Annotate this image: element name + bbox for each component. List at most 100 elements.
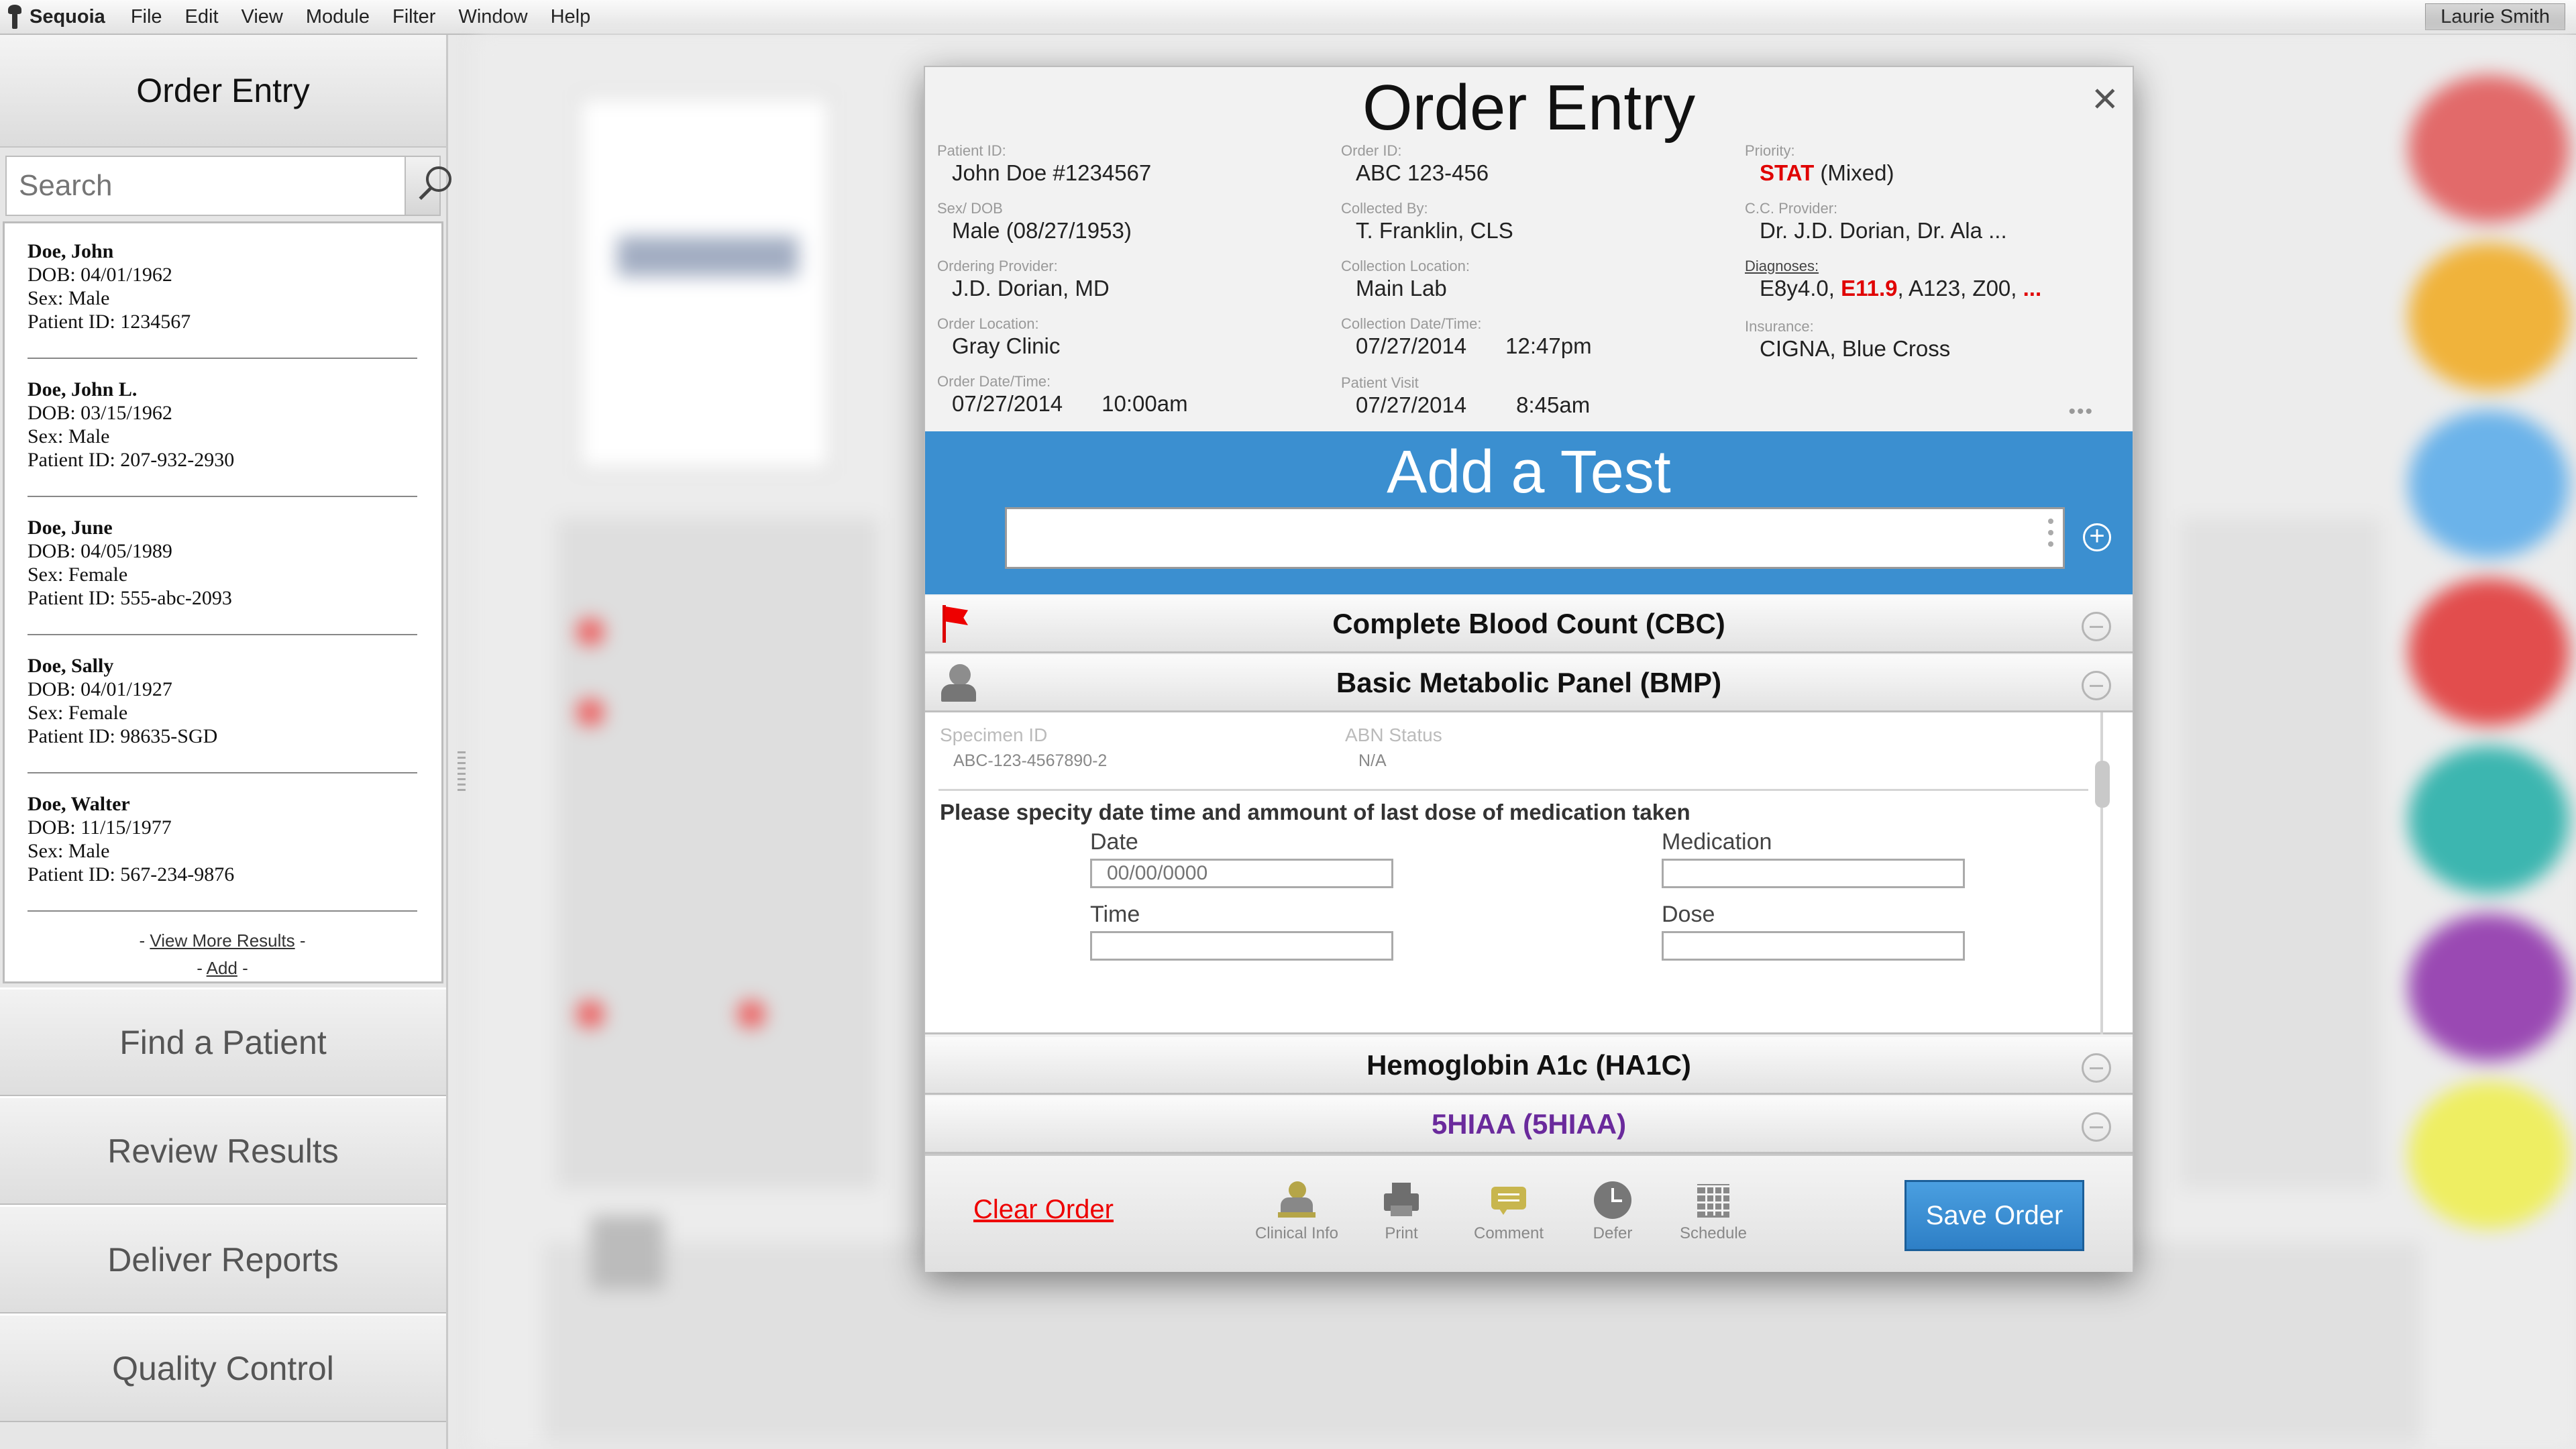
defer-button[interactable]: Defer: [1562, 1180, 1663, 1243]
menu-edit[interactable]: Edit: [185, 6, 219, 28]
patient-sex: Sex: Male: [28, 840, 110, 862]
test-name: Basic Metabolic Panel (BMP): [1336, 667, 1722, 698]
collapse-icon[interactable]: [2082, 1112, 2111, 1142]
comment-button[interactable]: Comment: [1458, 1180, 1559, 1243]
field-sex-dob: Sex/ DOB Male (08/27/1953): [937, 200, 1132, 243]
patient-sex: Sex: Male: [28, 287, 110, 309]
add-test-bar: Add a Test +: [925, 431, 2133, 594]
order-entry-dialog: Order Entry × Patient ID: John Doe #1234…: [924, 66, 2134, 1272]
clinical-info-button[interactable]: Clinical Info: [1246, 1180, 1347, 1243]
abn-status-value: N/A: [1358, 751, 1387, 770]
dose-label: Dose: [1662, 902, 1715, 927]
nav-find-patient[interactable]: Find a Patient: [0, 987, 446, 1096]
save-order-button[interactable]: Save Order: [1904, 1180, 2084, 1251]
patient-id: Patient ID: 1234567: [28, 311, 191, 333]
field-priority: Priority: STAT (Mixed): [1745, 142, 1894, 185]
print-button[interactable]: Print: [1351, 1180, 1452, 1243]
nav-quality-control[interactable]: Quality Control: [0, 1313, 446, 1422]
specimen-id-label: Specimen ID: [940, 724, 1048, 745]
patient-id: Patient ID: 555-abc-2093: [28, 587, 232, 609]
add-test-plus-icon[interactable]: +: [2083, 523, 2111, 551]
patient-result-item[interactable]: Doe, Walter DOB: 11/15/1977 Sex: Male Pa…: [28, 792, 417, 912]
patient-name: Doe, June: [28, 517, 113, 539]
add-test-input[interactable]: [1005, 507, 2065, 569]
test-name: Complete Blood Count (CBC): [1332, 608, 1725, 639]
patient-results-list: Doe, John DOB: 04/01/1962 Sex: Male Pati…: [3, 221, 443, 983]
field-order-id: Order ID: ABC 123-456: [1341, 142, 1489, 185]
detail-scrollbar-thumb[interactable]: [2095, 761, 2110, 808]
collapse-icon[interactable]: [2082, 671, 2111, 700]
more-options-icon[interactable]: •••: [2068, 400, 2094, 423]
clinical-info-icon: [1277, 1180, 1317, 1220]
menu-file[interactable]: File: [131, 6, 162, 28]
patient-id: Patient ID: 98635-SGD: [28, 725, 218, 747]
test-row-ha1c[interactable]: Hemoglobin A1c (HA1C): [925, 1037, 2133, 1095]
nav-deliver-reports[interactable]: Deliver Reports: [0, 1205, 446, 1313]
patient-id: Patient ID: 207-932-2930: [28, 449, 235, 471]
patient-id: Patient ID: 567-234-9876: [28, 863, 235, 885]
patient-name: Doe, Sally: [28, 655, 114, 677]
sidebar-resize-handle[interactable]: [458, 751, 466, 805]
field-order-location: Order Location: Gray Clinic: [937, 315, 1061, 358]
patient-dob: DOB: 04/01/1962: [28, 264, 172, 286]
date-input[interactable]: [1090, 859, 1393, 888]
abn-status-label: ABN Status: [1345, 724, 1442, 745]
add-test-title: Add a Test: [1387, 439, 1671, 506]
field-diagnoses[interactable]: Diagnoses: E8y4.0, E11.9, A123, Z00, ...: [1745, 258, 2041, 302]
print-icon: [1381, 1180, 1421, 1220]
time-input[interactable]: [1090, 931, 1393, 961]
medication-input[interactable]: [1662, 859, 1965, 888]
field-collection-datetime: Collection Date/Time: 07/27/2014 12:47pm: [1341, 315, 1592, 358]
field-ordering-provider: Ordering Provider: J.D. Dorian, MD: [937, 258, 1110, 301]
dialog-title: Order Entry: [1362, 72, 1696, 144]
sidebar: Order Entry Doe, John DOB: 04/01/1962 Se…: [0, 35, 451, 1449]
menu-help[interactable]: Help: [551, 6, 591, 28]
field-cc-provider: C.C. Provider: Dr. J.D. Dorian, Dr. Ala …: [1745, 200, 2007, 243]
field-patient-id: Patient ID: John Doe #1234567: [937, 142, 1152, 185]
close-icon[interactable]: ×: [2092, 71, 2118, 125]
vertical-dots-icon[interactable]: [2048, 519, 2053, 553]
menu-module[interactable]: Module: [306, 6, 370, 28]
medication-label: Medication: [1662, 829, 1772, 855]
patient-result-item[interactable]: Doe, John DOB: 04/01/1962 Sex: Male Pati…: [28, 239, 417, 359]
patient-dob: DOB: 11/15/1977: [28, 816, 172, 839]
patient-name: Doe, John L.: [28, 378, 138, 400]
comment-icon: [1489, 1180, 1529, 1220]
view-more-results-link[interactable]: - View More Results -: [28, 930, 417, 951]
collapse-icon[interactable]: [2082, 612, 2111, 641]
patient-dob: DOB: 03/15/1962: [28, 402, 172, 424]
search-button[interactable]: [405, 157, 451, 215]
patient-result-item[interactable]: Doe, June DOB: 04/05/1989 Sex: Female Pa…: [28, 516, 417, 635]
patient-sex: Sex: Male: [28, 425, 110, 447]
menu-view[interactable]: View: [241, 6, 283, 28]
test-row-5hiaa[interactable]: 5HIAA (5HIAA): [925, 1096, 2133, 1154]
patient-name: Doe, Walter: [28, 793, 130, 815]
add-patient-link[interactable]: - Add -: [28, 958, 417, 979]
menu-filter[interactable]: Filter: [392, 6, 435, 28]
search-box: [5, 156, 451, 216]
clear-order-link[interactable]: Clear Order: [973, 1195, 1114, 1225]
patient-dob: DOB: 04/01/1927: [28, 678, 172, 700]
calendar-icon: [1693, 1180, 1733, 1220]
search-input[interactable]: [7, 157, 405, 215]
patient-name: Doe, John: [28, 240, 114, 262]
medication-prompt: Please specity date time and ammount of …: [940, 800, 1690, 824]
sequoia-logo-icon: [7, 5, 23, 29]
date-label: Date: [1090, 829, 1138, 855]
field-order-datetime: Order Date/Time: 07/27/2014 10:00am: [937, 373, 1188, 416]
dialog-footer: Clear Order Clinical Info Print Comment …: [925, 1154, 2133, 1272]
time-label: Time: [1090, 902, 1140, 927]
schedule-button[interactable]: Schedule: [1663, 1180, 1764, 1243]
nav-review-results[interactable]: Review Results: [0, 1096, 446, 1205]
patient-result-item[interactable]: Doe, John L. DOB: 03/15/1962 Sex: Male P…: [28, 378, 417, 497]
patient-dob: DOB: 04/05/1989: [28, 540, 172, 562]
patient-result-item[interactable]: Doe, Sally DOB: 04/01/1927 Sex: Female P…: [28, 654, 417, 773]
menu-window[interactable]: Window: [458, 6, 527, 28]
collapse-icon[interactable]: [2082, 1053, 2111, 1083]
user-badge[interactable]: Laurie Smith: [2425, 3, 2565, 30]
dose-input[interactable]: [1662, 931, 1965, 961]
test-row-bmp[interactable]: Basic Metabolic Panel (BMP): [925, 655, 2133, 712]
clock-icon: [1593, 1180, 1633, 1220]
test-row-cbc[interactable]: Complete Blood Count (CBC): [925, 596, 2133, 653]
app-name[interactable]: Sequoia: [30, 6, 105, 28]
